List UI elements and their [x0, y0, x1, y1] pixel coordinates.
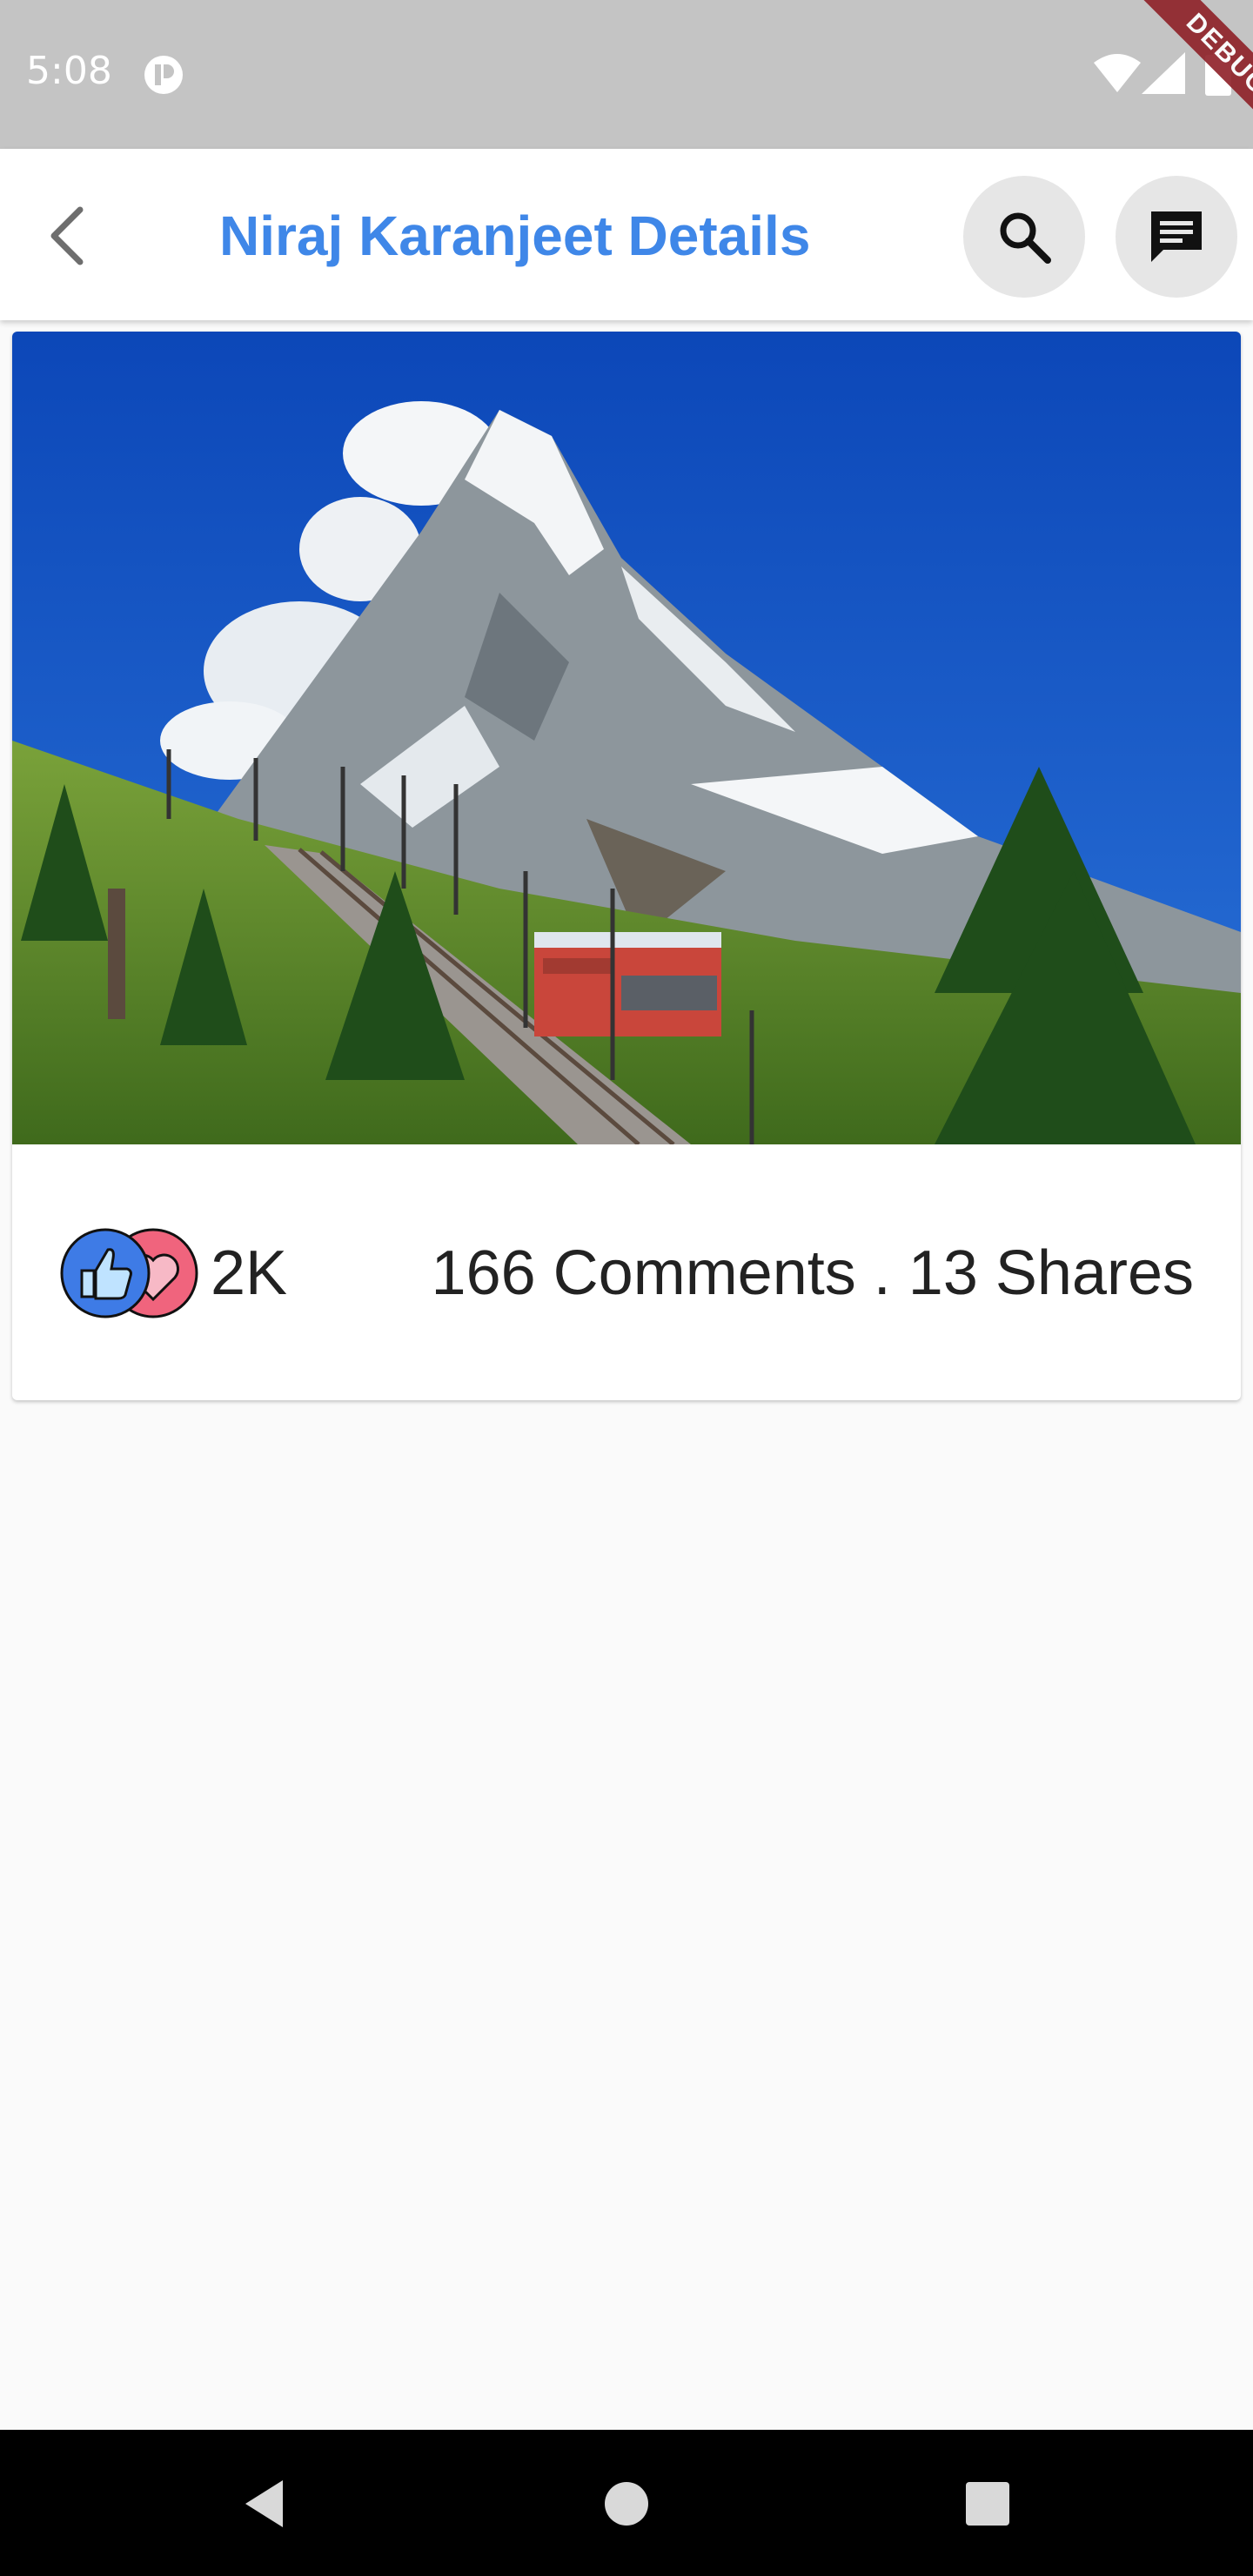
nav-recents-icon[interactable]	[964, 2480, 1011, 2527]
status-time: 5:08	[26, 49, 112, 93]
search-button[interactable]	[963, 176, 1085, 298]
messages-button[interactable]	[1116, 176, 1237, 298]
post-image[interactable]	[12, 332, 1241, 1144]
like-count: 2K	[211, 1238, 288, 1308]
post-card[interactable]: 2K 166 Comments . 13 Shares	[12, 332, 1241, 1400]
system-nav-bar	[0, 2430, 1253, 2576]
reaction-icons[interactable]	[57, 1225, 214, 1321]
page-title: Niraj Karanjeet Details	[219, 205, 811, 267]
status-bar: 5:08 DEBUG	[0, 0, 1253, 149]
back-button[interactable]	[35, 201, 104, 271]
signal-icon	[1142, 52, 1185, 94]
search-icon	[1000, 212, 1051, 264]
app-notification-icon	[144, 56, 183, 94]
nav-back-icon[interactable]	[235, 2473, 296, 2534]
app-bar: Niraj Karanjeet Details	[0, 149, 1253, 320]
wifi-icon	[1094, 54, 1141, 92]
nav-home-icon[interactable]	[603, 2480, 650, 2527]
like-icon	[60, 1228, 151, 1318]
comments-shares-count[interactable]: 166 Comments . 13 Shares	[432, 1235, 1194, 1311]
chevron-left-icon	[50, 206, 84, 265]
message-icon	[1151, 211, 1202, 262]
